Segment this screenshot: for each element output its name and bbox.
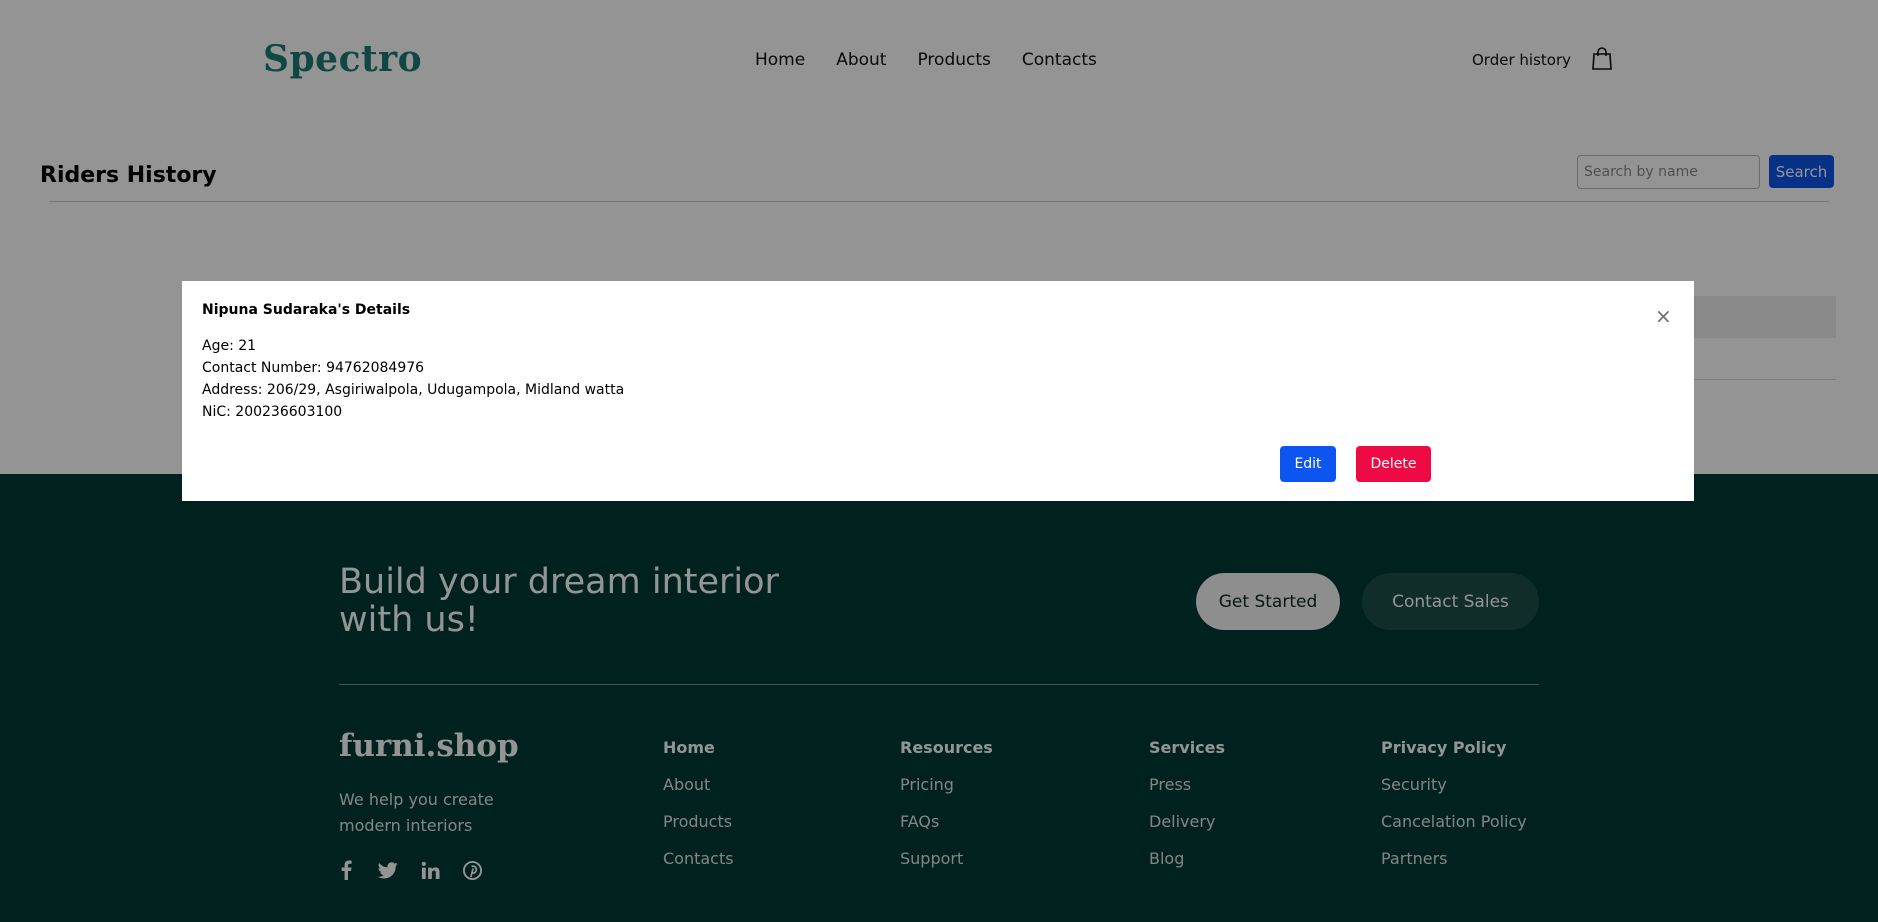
rider-details-modal: Nipuna Sudaraka's Details × Age: 21 Cont… — [182, 281, 1694, 501]
modal-title: Nipuna Sudaraka's Details — [202, 302, 411, 318]
rider-nic: NiC: 200236603100 — [202, 404, 343, 420]
rider-contact-number: Contact Number: 94762084976 — [202, 360, 425, 376]
close-icon[interactable]: × — [1655, 306, 1672, 326]
delete-button[interactable]: Delete — [1356, 446, 1431, 482]
edit-button[interactable]: Edit — [1280, 446, 1336, 482]
rider-address: Address: 206/29, Asgiriwalpola, Udugampo… — [202, 382, 625, 398]
rider-age: Age: 21 — [202, 338, 257, 354]
